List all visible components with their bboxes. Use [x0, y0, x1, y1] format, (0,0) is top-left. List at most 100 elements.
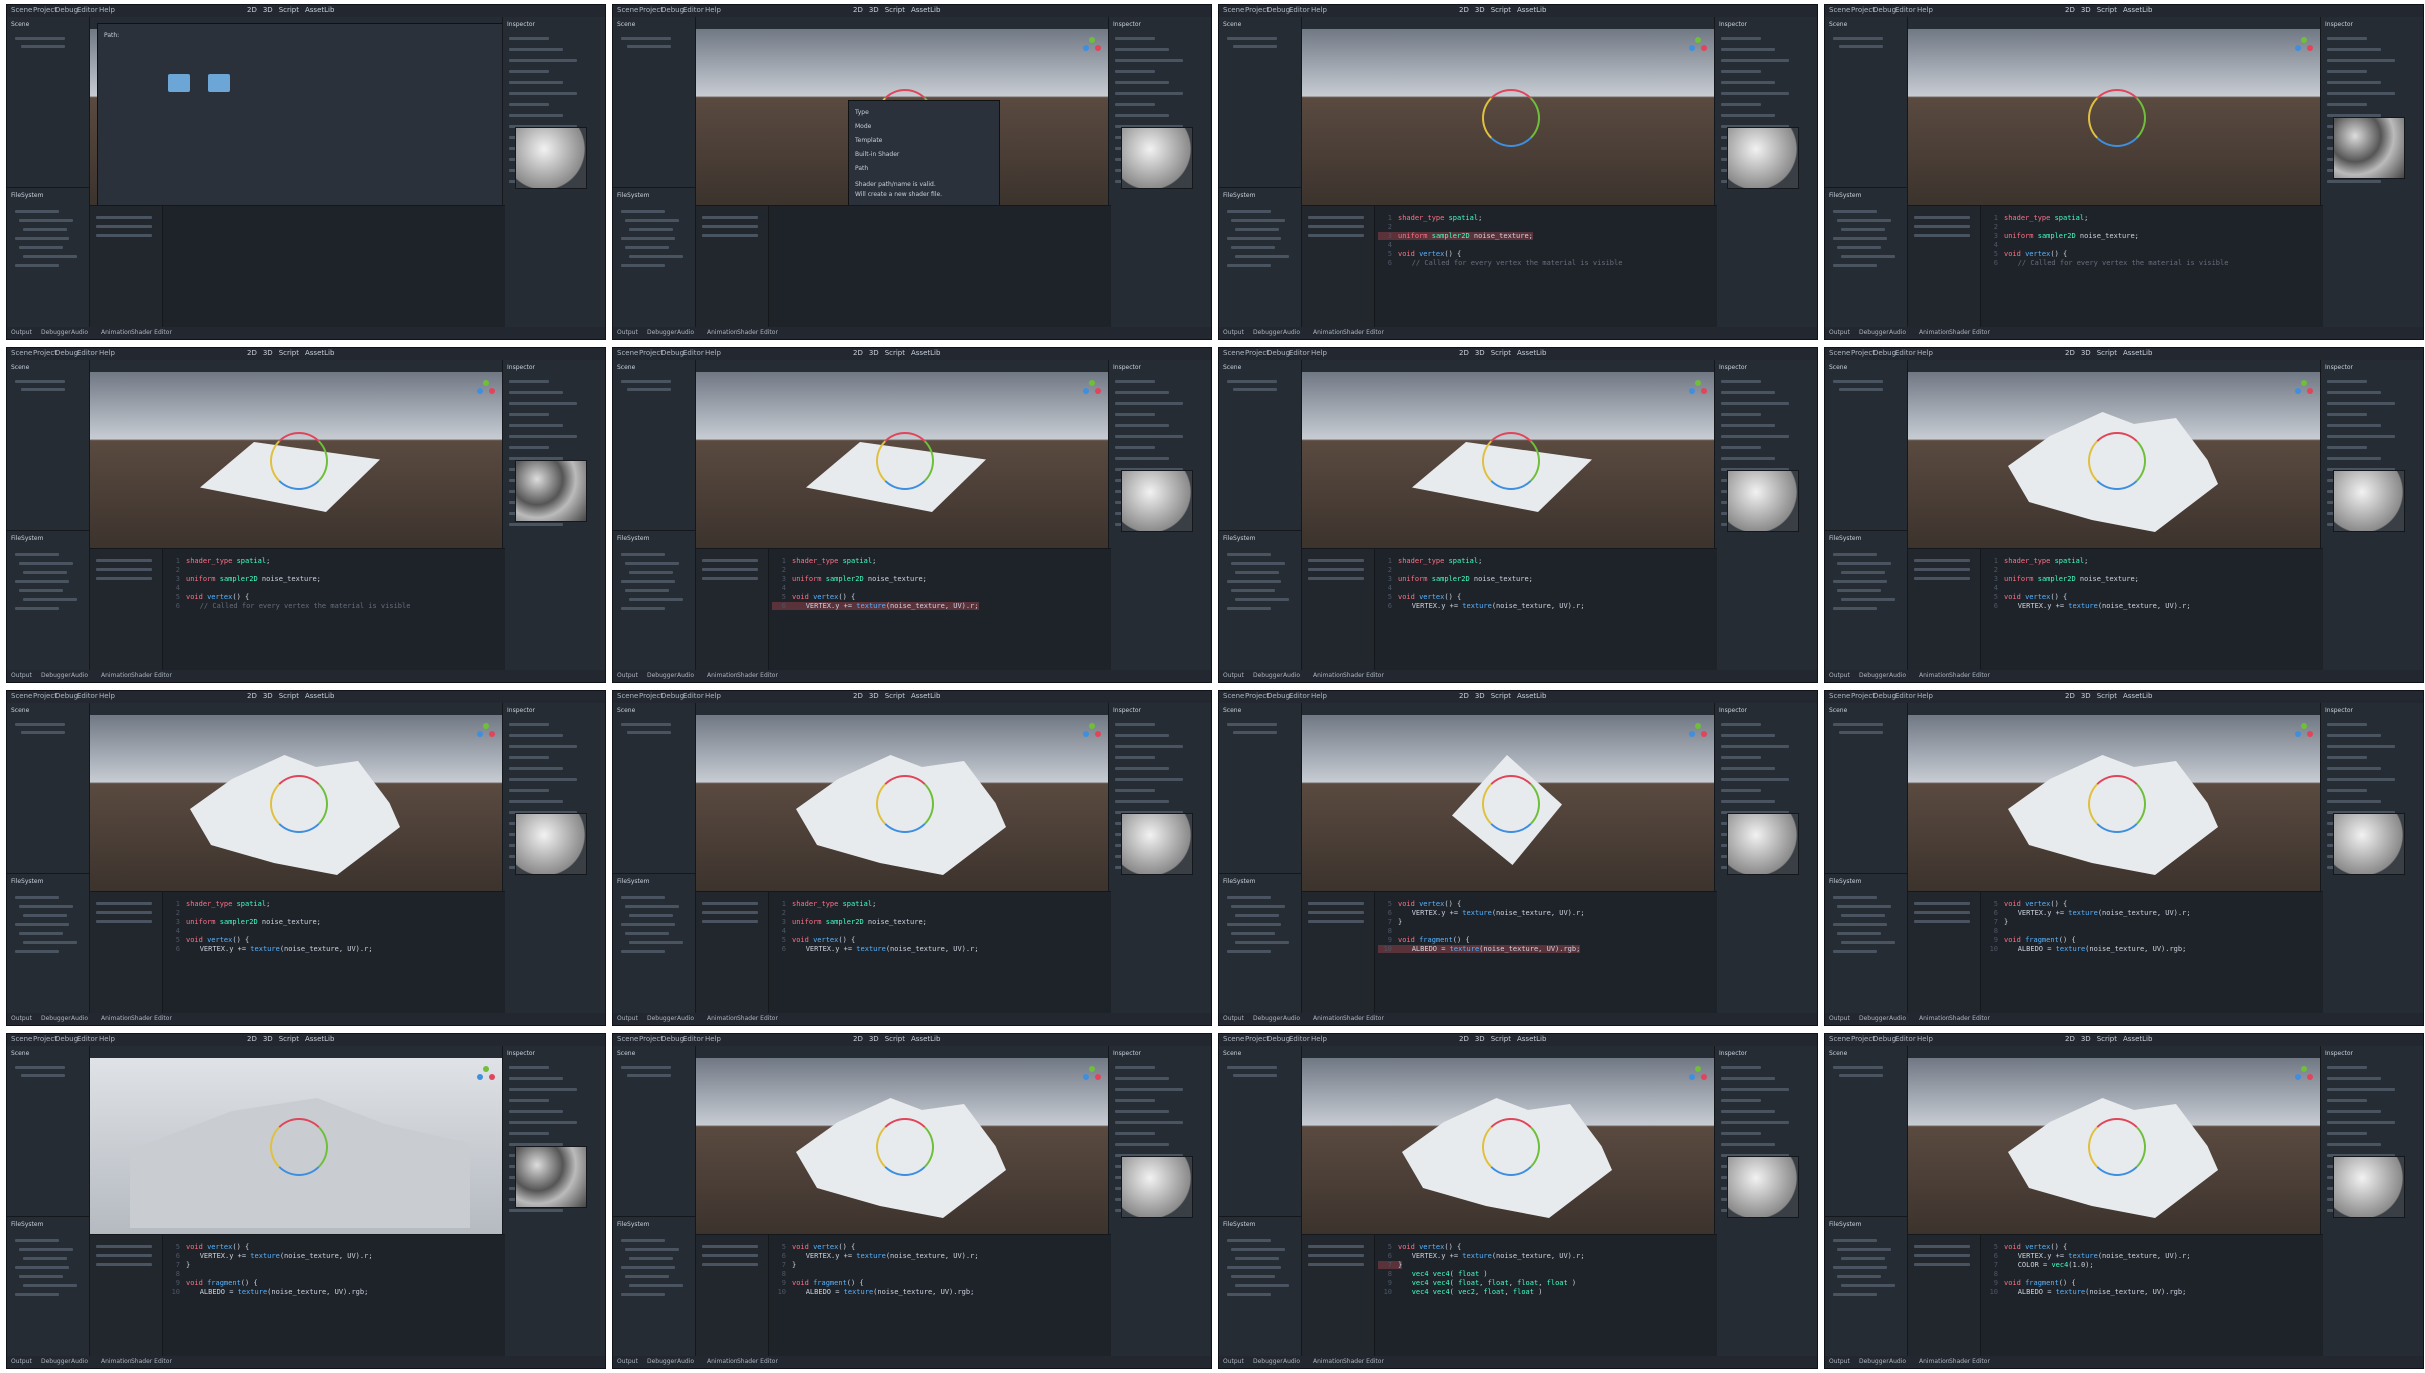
- mode-assetlib[interactable]: AssetLib: [2123, 692, 2152, 700]
- tab-audio[interactable]: Audio: [677, 1015, 694, 1022]
- inspector-property[interactable]: [1721, 767, 1775, 770]
- file-item[interactable]: [1833, 1293, 1877, 1296]
- tab-audio[interactable]: Audio: [1283, 1015, 1300, 1022]
- inspector-property[interactable]: [1115, 767, 1169, 770]
- tree-item[interactable]: [1833, 380, 1883, 383]
- mode-2d[interactable]: 2D: [853, 692, 863, 700]
- mode-2d[interactable]: 2D: [1459, 692, 1469, 700]
- script-list-item[interactable]: [1914, 234, 1970, 237]
- axis-gizmo-icon[interactable]: [2295, 1066, 2313, 1084]
- inspector-property[interactable]: [1115, 1121, 1183, 1124]
- tab-debugger[interactable]: Debugger: [647, 1358, 677, 1365]
- tab-output[interactable]: Output: [1223, 1358, 1244, 1365]
- inspector-property[interactable]: [2327, 424, 2381, 427]
- file-item[interactable]: [1837, 246, 1881, 249]
- mode-3d[interactable]: 3D: [1475, 1035, 1485, 1043]
- mode-2d[interactable]: 2D: [853, 349, 863, 357]
- tree-item[interactable]: [1839, 388, 1883, 391]
- tab-shader-editor[interactable]: Shader Editor: [131, 1015, 172, 1022]
- tab-audio[interactable]: Audio: [1283, 672, 1300, 679]
- tab-animation[interactable]: Animation: [1919, 672, 1950, 679]
- mode-3d[interactable]: 3D: [263, 1035, 273, 1043]
- inspector-property[interactable]: [1115, 745, 1183, 748]
- file-item[interactable]: [15, 580, 69, 583]
- inspector-property[interactable]: [2327, 391, 2381, 394]
- inspector-property[interactable]: [1721, 745, 1789, 748]
- mode-2d[interactable]: 2D: [1459, 6, 1469, 14]
- tree-item[interactable]: [21, 731, 65, 734]
- script-list-item[interactable]: [1308, 902, 1364, 905]
- menu-scene[interactable]: Scene: [617, 692, 638, 700]
- code-text[interactable]: 1 shader_type spatial; 2 3 uniform sampler…: [166, 900, 497, 954]
- script-list-item[interactable]: [96, 225, 152, 228]
- tab-shader-editor[interactable]: Shader Editor: [1343, 329, 1384, 336]
- inspector-property[interactable]: [509, 48, 563, 51]
- inspector-property[interactable]: [1115, 723, 1155, 726]
- mode-2d[interactable]: 2D: [2065, 349, 2075, 357]
- inspector-property[interactable]: [1721, 1077, 1775, 1080]
- tab-debugger[interactable]: Debugger: [41, 1015, 71, 1022]
- tree-item[interactable]: [1227, 1066, 1277, 1069]
- tab-animation[interactable]: Animation: [1919, 329, 1950, 336]
- mode-3d[interactable]: 3D: [1475, 6, 1485, 14]
- script-list-item[interactable]: [702, 559, 758, 562]
- menu-debug[interactable]: Debug: [55, 1035, 78, 1043]
- tab-output[interactable]: Output: [11, 329, 32, 336]
- tab-output[interactable]: Output: [1829, 1015, 1850, 1022]
- file-item[interactable]: [629, 1284, 683, 1287]
- inspector-property[interactable]: [1115, 59, 1183, 62]
- inspector-property[interactable]: [509, 402, 577, 405]
- tree-item[interactable]: [627, 1074, 671, 1077]
- axis-gizmo-icon[interactable]: [1689, 723, 1707, 741]
- inspector-property[interactable]: [509, 778, 577, 781]
- mode-script[interactable]: Script: [885, 692, 905, 700]
- file-item[interactable]: [1235, 228, 1279, 231]
- tab-audio[interactable]: Audio: [677, 1358, 694, 1365]
- mode-2d[interactable]: 2D: [2065, 6, 2075, 14]
- tree-item[interactable]: [1233, 731, 1277, 734]
- script-list-item[interactable]: [702, 225, 758, 228]
- file-item[interactable]: [1227, 607, 1271, 610]
- inspector-property[interactable]: [2327, 1077, 2381, 1080]
- mode-assetlib[interactable]: AssetLib: [2123, 349, 2152, 357]
- file-item[interactable]: [625, 1275, 669, 1278]
- inspector-property[interactable]: [2327, 380, 2367, 383]
- tab-output[interactable]: Output: [1223, 1015, 1244, 1022]
- mode-3d[interactable]: 3D: [2081, 6, 2091, 14]
- menu-debug[interactable]: Debug: [661, 349, 684, 357]
- file-item[interactable]: [1837, 562, 1891, 565]
- menu-help[interactable]: Help: [1311, 692, 1327, 700]
- tab-output[interactable]: Output: [617, 329, 638, 336]
- file-item[interactable]: [621, 580, 675, 583]
- script-list-item[interactable]: [1308, 568, 1364, 571]
- menu-scene[interactable]: Scene: [11, 6, 32, 14]
- inspector-property[interactable]: [1115, 402, 1183, 405]
- transform-gizmo-icon[interactable]: [270, 1118, 328, 1176]
- menu-debug[interactable]: Debug: [661, 1035, 684, 1043]
- script-list-item[interactable]: [96, 911, 152, 914]
- menu-project[interactable]: Project: [1245, 349, 1269, 357]
- menu-scene[interactable]: Scene: [11, 1035, 32, 1043]
- menu-scene[interactable]: Scene: [1829, 692, 1850, 700]
- script-list-item[interactable]: [702, 1245, 758, 1248]
- file-item[interactable]: [1833, 923, 1887, 926]
- file-item[interactable]: [19, 1275, 63, 1278]
- file-item[interactable]: [19, 589, 63, 592]
- code-text[interactable]: 5 void vertex() { 6 VERTEX.y += texture(n…: [1984, 900, 2315, 954]
- inspector-property[interactable]: [1721, 380, 1761, 383]
- tree-item[interactable]: [21, 1074, 65, 1077]
- mode-3d[interactable]: 3D: [263, 349, 273, 357]
- inspector-property[interactable]: [509, 1132, 549, 1135]
- tree-item[interactable]: [627, 388, 671, 391]
- inspector-property[interactable]: [1115, 457, 1169, 460]
- menu-editor[interactable]: Editor: [77, 349, 98, 357]
- script-list-item[interactable]: [96, 234, 152, 237]
- file-item[interactable]: [1227, 264, 1271, 267]
- file-item[interactable]: [1837, 1248, 1891, 1251]
- inspector-property[interactable]: [509, 1066, 549, 1069]
- mode-script[interactable]: Script: [279, 349, 299, 357]
- axis-gizmo-icon[interactable]: [2295, 723, 2313, 741]
- file-item[interactable]: [621, 950, 665, 953]
- menu-editor[interactable]: Editor: [77, 692, 98, 700]
- tree-item[interactable]: [1839, 731, 1883, 734]
